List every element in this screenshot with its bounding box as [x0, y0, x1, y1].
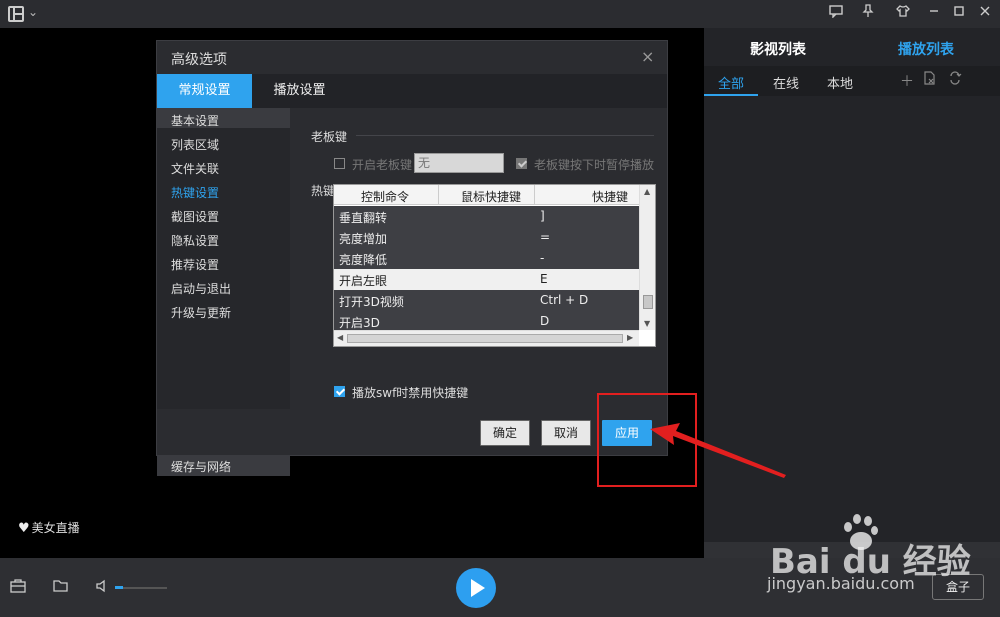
add-icon[interactable]: ＋: [900, 71, 914, 91]
panel-tabs: 影视列表 播放列表: [704, 28, 1000, 66]
active-subtab-indicator: [704, 94, 758, 96]
dialog-tabs: 常规设置 播放设置: [157, 74, 667, 108]
paw-icon: [840, 512, 880, 552]
tab-play-list[interactable]: 播放列表: [898, 39, 954, 59]
minimize-icon[interactable]: [924, 4, 944, 24]
horizontal-scrollbar[interactable]: ◀ ▶: [334, 330, 639, 346]
hotkey-cell: -: [540, 251, 545, 265]
pause-on-boss-key-checkbox[interactable]: [516, 158, 527, 169]
vertical-scrollbar[interactable]: ▲ ▼: [639, 185, 655, 330]
sidebar-item-hotkeys[interactable]: 热键设置: [171, 184, 219, 201]
sidebar-item-cache-network[interactable]: 缓存与网络: [157, 454, 290, 476]
scroll-right-icon[interactable]: ▶: [627, 333, 633, 342]
close-icon[interactable]: [975, 4, 995, 24]
scroll-left-icon[interactable]: ◀: [337, 333, 343, 342]
sidebar-item-basic[interactable]: 基本设置: [171, 112, 219, 129]
skin-icon[interactable]: [893, 4, 913, 24]
command-cell: 开启3D: [339, 316, 380, 330]
playlist-subtabs: 全部 在线 本地 ＋: [704, 66, 1000, 96]
sidebar-item-recommend[interactable]: 推荐设置: [171, 256, 219, 273]
subtab-all[interactable]: 全部: [718, 73, 744, 92]
sidebar-item-startup-exit[interactable]: 启动与退出: [171, 280, 231, 297]
hotkey-cell: =: [540, 230, 551, 244]
subtab-local[interactable]: 本地: [827, 73, 853, 92]
enable-boss-key-checkbox[interactable]: [334, 158, 345, 169]
sidebar-item-list-area[interactable]: 列表区域: [171, 136, 219, 153]
command-cell: 垂直翻转: [339, 211, 388, 225]
column-header-command[interactable]: 控制命令: [361, 188, 409, 205]
dialog-title: 高级选项: [171, 52, 227, 68]
sidebar-item-update[interactable]: 升级与更新: [171, 304, 231, 321]
cancel-button[interactable]: 取消: [541, 420, 591, 446]
sidebar-item-file-assoc[interactable]: 文件关联: [171, 160, 219, 177]
dialog-footer: 确定 取消 应用: [157, 409, 667, 455]
hotkey-cell: ]: [540, 209, 545, 223]
column-separator: [438, 185, 439, 205]
table-row[interactable]: 开启3D D: [334, 311, 639, 330]
command-cell: 亮度降低: [339, 253, 388, 267]
command-cell: 开启左眼: [339, 274, 388, 288]
scroll-thumb[interactable]: [643, 295, 653, 309]
ok-button[interactable]: 确定: [480, 420, 530, 446]
heart-icon: ♥: [18, 521, 30, 536]
table-header: 控制命令 鼠标快捷键 快捷键: [334, 185, 639, 205]
sidebar-item-screenshot[interactable]: 截图设置: [171, 208, 219, 225]
sidebar-item-cache-network-label: 缓存与网络: [171, 460, 232, 474]
open-folder-icon[interactable]: [53, 579, 71, 595]
chevron-down-icon[interactable]: ⌄: [28, 5, 38, 19]
pin-icon[interactable]: [858, 4, 878, 24]
section-divider: [356, 135, 654, 136]
title-bar: ⌄: [0, 0, 1000, 28]
close-icon[interactable]: ×: [641, 47, 654, 66]
enable-boss-key-label: 开启老板键: [352, 158, 413, 172]
loop-icon[interactable]: [948, 71, 962, 89]
pause-on-boss-key-label: 老板键按下时暂停播放: [534, 158, 655, 172]
settings-sidebar: 基本设置 列表区域 文件关联 热键设置 截图设置 隐私设置 推荐设置 启动与退出…: [157, 108, 290, 476]
toolbox-icon[interactable]: [10, 579, 28, 595]
subtab-online[interactable]: 在线: [773, 73, 799, 92]
play-button[interactable]: [456, 568, 496, 608]
disable-hotkeys-swf-checkbox[interactable]: [334, 386, 345, 397]
advanced-options-dialog: 高级选项 × 常规设置 播放设置 基本设置 列表区域 文件关联 热键设置 截图设…: [156, 40, 668, 476]
volume-level: [115, 586, 123, 589]
watermark-url: jingyan.baidu.com: [767, 574, 915, 593]
feedback-icon[interactable]: [826, 4, 846, 24]
table-row[interactable]: 打开3D视频 Ctrl + D: [334, 290, 639, 311]
tab-playback-settings[interactable]: 播放设置: [252, 74, 347, 108]
column-header-mouse[interactable]: 鼠标快捷键: [461, 188, 521, 205]
scroll-down-icon[interactable]: ▼: [644, 319, 650, 328]
tab-general-settings[interactable]: 常规设置: [157, 74, 252, 108]
delete-file-icon[interactable]: [924, 71, 936, 89]
annotation-arrow: [650, 423, 786, 478]
scroll-up-icon[interactable]: ▲: [644, 187, 650, 196]
volume-icon[interactable]: [95, 579, 113, 595]
command-cell: 亮度增加: [339, 232, 388, 246]
hotkey-cell: D: [540, 314, 550, 328]
layout-icon[interactable]: [8, 6, 24, 22]
column-separator: [534, 185, 535, 205]
hotkey-cell: E: [540, 272, 548, 286]
sidebar-item-privacy[interactable]: 隐私设置: [171, 232, 219, 249]
table-row[interactable]: 亮度增加 =: [334, 227, 639, 248]
hotkey-table: 控制命令 鼠标快捷键 快捷键 垂直翻转 ] 亮度增加 = 亮度降低 - 开启左眼…: [333, 184, 656, 347]
table-row-selected[interactable]: 开启左眼 E: [334, 269, 639, 290]
column-header-hotkey[interactable]: 快捷键: [592, 188, 628, 205]
boss-key-section-label: 老板键: [311, 130, 348, 144]
table-row[interactable]: 垂直翻转 ]: [334, 206, 639, 227]
live-badge[interactable]: ♥ 美女直播: [18, 519, 80, 536]
hotkey-cell: Ctrl + D: [540, 293, 589, 307]
table-row[interactable]: 亮度降低 -: [334, 248, 639, 269]
boss-key-input[interactable]: 无: [414, 153, 504, 173]
disable-hotkeys-swf-label: 播放swf时禁用快捷键: [352, 386, 469, 400]
scroll-thumb[interactable]: [347, 334, 623, 343]
command-cell: 打开3D视频: [339, 295, 404, 309]
tab-video-list[interactable]: 影视列表: [750, 39, 806, 59]
maximize-icon[interactable]: [949, 4, 969, 24]
player-window: ⌄ ♥ 美女直播 影视列表 播放列表 全部 在线 本地 ＋ 盒子 Bai du …: [0, 0, 1000, 617]
live-badge-label: 美女直播: [31, 521, 80, 535]
